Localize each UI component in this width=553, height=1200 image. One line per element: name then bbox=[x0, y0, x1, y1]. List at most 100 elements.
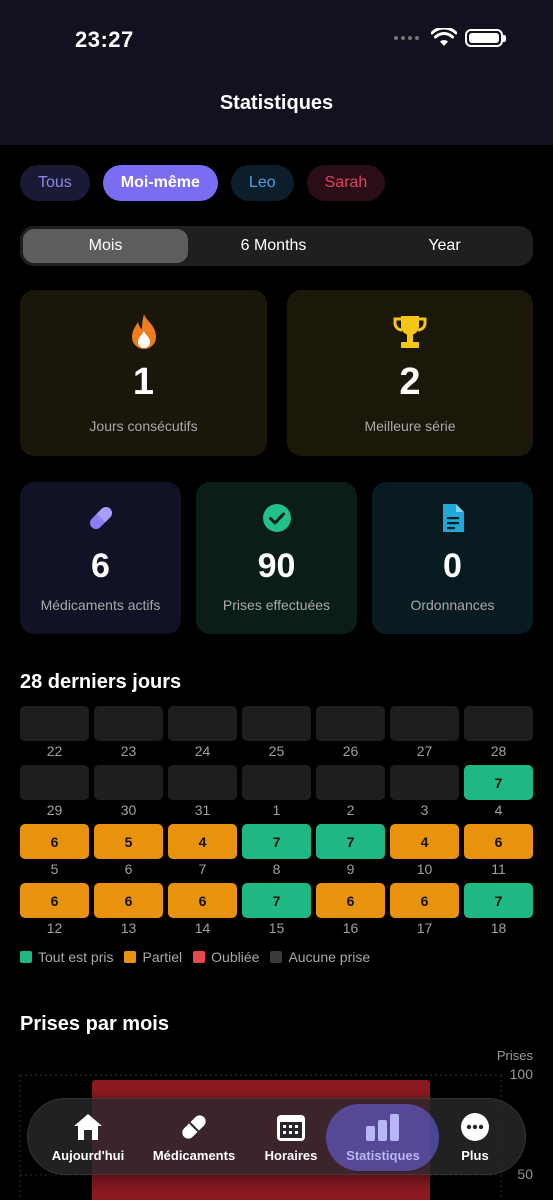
calendar-day-cell: 5 bbox=[94, 824, 163, 859]
wifi-icon bbox=[431, 28, 457, 46]
calendar-day-cell bbox=[390, 765, 459, 800]
filter-chip-sarah[interactable]: Sarah bbox=[306, 165, 386, 201]
filter-chip-leo[interactable]: Leo bbox=[230, 165, 294, 201]
doses-taken-value: 90 bbox=[257, 547, 296, 585]
legend-label: Oubliée bbox=[211, 949, 260, 965]
tab-today[interactable]: Aujourd'hui bbox=[42, 1099, 134, 1176]
y-tick-label: 100 bbox=[509, 1066, 533, 1082]
best-streak-value: 2 bbox=[399, 361, 421, 403]
legend-partial: Partiel bbox=[124, 949, 182, 965]
calendar-date-label: 17 bbox=[416, 920, 433, 936]
calendar-day-cell bbox=[20, 765, 89, 800]
calendar-date-label: 27 bbox=[416, 743, 433, 759]
calendar-date-label: 14 bbox=[194, 920, 211, 936]
calendar-day-cell: 4 bbox=[390, 824, 459, 859]
calendar-date-label: 9 bbox=[346, 861, 355, 877]
tab-bar: Aujourd'hui Médicaments Horaires Statist… bbox=[27, 1098, 526, 1175]
legend-all-taken: Tout est pris bbox=[20, 949, 113, 965]
calendar-date-label: 10 bbox=[416, 861, 433, 877]
calendar-date-label: 28 bbox=[490, 743, 507, 759]
period-segmented-control: Mois 6 Months Year bbox=[20, 226, 533, 266]
best-streak-label: Meilleure série bbox=[364, 418, 456, 434]
segment-6-months[interactable]: 6 Months bbox=[188, 229, 359, 263]
calendar-date-label: 16 bbox=[342, 920, 359, 936]
filter-chip-me[interactable]: Moi-même bbox=[102, 165, 218, 201]
calendar-date-label: 18 bbox=[490, 920, 507, 936]
calendar-date-label: 7 bbox=[198, 861, 207, 877]
legend-missed: Oubliée bbox=[193, 949, 259, 965]
bar-chart-icon bbox=[366, 1114, 399, 1141]
tab-medications[interactable]: Médicaments bbox=[146, 1099, 242, 1176]
tab-statistics[interactable]: Statistiques bbox=[336, 1099, 430, 1176]
calendar-day-cell: 7 bbox=[242, 883, 311, 918]
calendar-day-cell bbox=[94, 765, 163, 800]
prescriptions-value: 0 bbox=[443, 547, 462, 585]
calendar-day-cell: 6 bbox=[390, 883, 459, 918]
document-icon bbox=[442, 504, 464, 532]
y-tick-label: 50 bbox=[517, 1166, 533, 1182]
segment-month[interactable]: Mois bbox=[23, 229, 188, 263]
person-filter: Tous Moi-même Leo Sarah bbox=[20, 165, 386, 201]
calendar-icon bbox=[277, 1115, 305, 1141]
calendar-date-label: 6 bbox=[124, 861, 133, 877]
tab-label: Aujourd'hui bbox=[51, 1148, 125, 1163]
pill-icon bbox=[182, 1115, 206, 1139]
calendar-day-cell: 7 bbox=[464, 883, 533, 918]
more-icon bbox=[461, 1113, 489, 1141]
cellular-signal-icon bbox=[394, 35, 419, 40]
legend-label: Partiel bbox=[142, 949, 183, 965]
calendar-date-label: 13 bbox=[120, 920, 137, 936]
calendar-legend: Tout est pris Partiel Oubliée Aucune pri… bbox=[20, 949, 381, 965]
calendar-day-cell: 6 bbox=[168, 883, 237, 918]
calendar-date-label: 22 bbox=[46, 743, 63, 759]
calendar-day-cell: 6 bbox=[94, 883, 163, 918]
tab-label: Plus bbox=[461, 1148, 489, 1163]
calendar-date-label: 12 bbox=[46, 920, 63, 936]
calendar-day-cell bbox=[390, 706, 459, 741]
current-streak-card: 1 Jours consécutifs bbox=[20, 290, 267, 456]
pill-icon bbox=[89, 507, 112, 529]
calendar-date-label: 11 bbox=[491, 861, 506, 877]
tab-label: Médicaments bbox=[152, 1148, 236, 1163]
status-time: 23:27 bbox=[75, 27, 134, 52]
calendar-date-label: 29 bbox=[46, 802, 63, 818]
calendar-date-label: 31 bbox=[194, 802, 211, 818]
calendar-day-cell bbox=[20, 706, 89, 741]
status-icons bbox=[394, 28, 506, 47]
doses-taken-card: 90 Prises effectuées bbox=[196, 482, 357, 634]
active-meds-card: 6 Médicaments actifs bbox=[20, 482, 181, 634]
calendar-date-label: 24 bbox=[194, 743, 211, 759]
calendar-date-label: 1 bbox=[272, 802, 281, 818]
calendar-date-label: 25 bbox=[268, 743, 285, 759]
best-streak-card: 2 Meilleure série bbox=[287, 290, 533, 456]
calendar-day-cell: 6 bbox=[464, 824, 533, 859]
calendar-day-cell bbox=[168, 706, 237, 741]
calendar-day-cell: 6 bbox=[20, 883, 89, 918]
calendar-title: 28 derniers jours bbox=[20, 671, 182, 693]
legend-swatch bbox=[193, 951, 206, 963]
legend-none: Aucune prise bbox=[270, 949, 370, 965]
tab-more[interactable]: Plus bbox=[446, 1099, 504, 1176]
calendar-date-label: 30 bbox=[120, 802, 137, 818]
filter-chip-all[interactable]: Tous bbox=[20, 165, 90, 201]
page-title: Statistiques bbox=[219, 92, 334, 114]
calendar-day-cell: 7 bbox=[242, 824, 311, 859]
header: 23:27 Statistiques bbox=[0, 0, 553, 145]
calendar-date-label: 23 bbox=[120, 743, 137, 759]
legend-swatch bbox=[124, 951, 137, 963]
tab-label: Horaires bbox=[264, 1148, 318, 1163]
legend-label: Tout est pris bbox=[38, 949, 114, 965]
calendar-day-cell: 7 bbox=[464, 765, 533, 800]
calendar-date-label: 15 bbox=[268, 920, 285, 936]
battery-icon bbox=[465, 28, 506, 47]
tab-label: Statistiques bbox=[346, 1148, 420, 1163]
segment-year[interactable]: Year bbox=[359, 229, 530, 263]
calendar-date-label: 2 bbox=[346, 802, 355, 818]
tab-schedule[interactable]: Horaires bbox=[254, 1099, 328, 1176]
calendar-date-label: 5 bbox=[50, 861, 59, 877]
home-icon bbox=[74, 1114, 102, 1140]
calendar-day-cell bbox=[464, 706, 533, 741]
calendar-day-cell bbox=[168, 765, 237, 800]
flame-icon bbox=[131, 314, 156, 349]
prescriptions-label: Ordonnances bbox=[410, 597, 495, 613]
